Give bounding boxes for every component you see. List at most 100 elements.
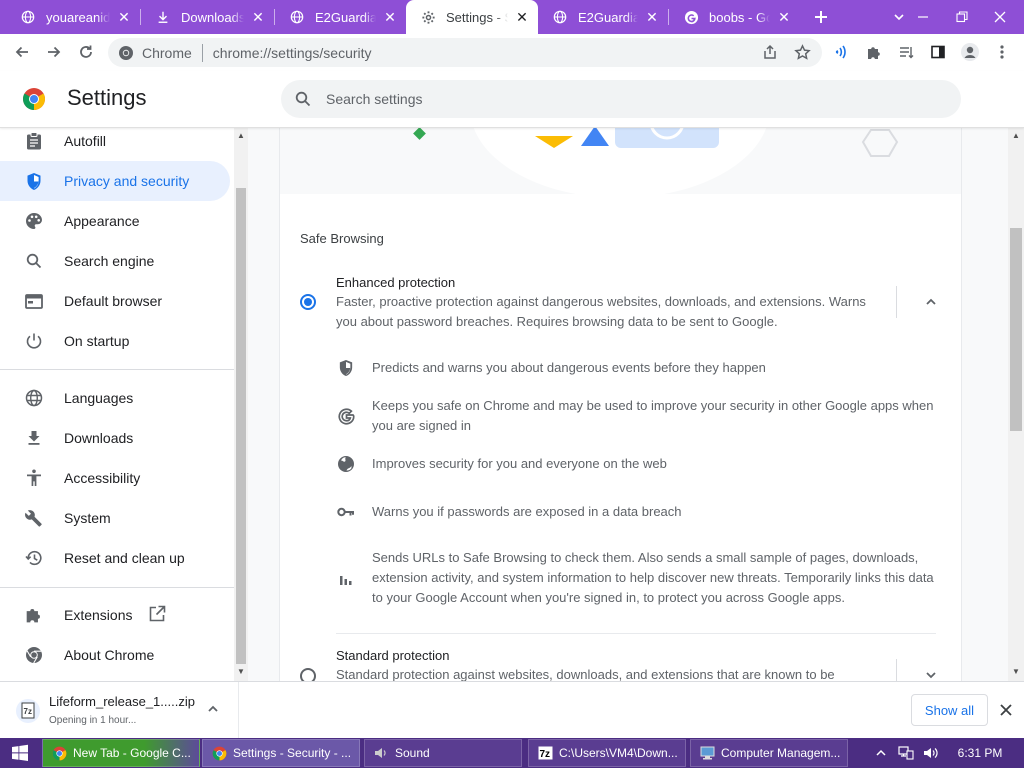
taskbar-item-label: Computer Managem...: [721, 746, 841, 760]
chrome-logo-icon: [23, 88, 45, 110]
network-icon[interactable]: [895, 738, 917, 768]
taskbar-item-new-tab[interactable]: New Tab - Google C...: [42, 739, 200, 767]
close-icon[interactable]: ✕: [250, 9, 266, 25]
close-icon[interactable]: ✕: [382, 9, 398, 25]
expand-standard-button[interactable]: [919, 663, 943, 681]
close-icon[interactable]: ✕: [776, 9, 792, 25]
sidebar-divider: [0, 369, 234, 370]
bookmark-star-icon[interactable]: [788, 38, 816, 66]
windows-logo-icon: [12, 744, 28, 761]
computer-management-icon: [699, 745, 715, 761]
close-shelf-button[interactable]: [995, 699, 1017, 721]
security-card: Safe Browsing Enhanced protection Faster…: [280, 128, 961, 681]
download-options-button[interactable]: [203, 699, 223, 719]
system-clock[interactable]: 6:31 PM: [950, 738, 1010, 768]
main-scrollbar[interactable]: ▲ ▼: [1008, 128, 1024, 681]
sidebar-item-label: Downloads: [64, 430, 134, 446]
search-input[interactable]: [326, 91, 926, 107]
start-button[interactable]: [0, 738, 40, 768]
volume-icon[interactable]: [920, 738, 942, 768]
sidebar-item-downloads[interactable]: Downloads: [0, 418, 230, 458]
sidebar-item-on-startup[interactable]: On startup: [0, 321, 230, 361]
svg-text:7z: 7z: [24, 707, 32, 716]
tab-e2guardian[interactable]: E2Guardian ✕: [275, 0, 406, 34]
settings-main: Safe Browsing Enhanced protection Faster…: [248, 128, 1008, 681]
option-divider: [336, 633, 936, 634]
settings-search[interactable]: [281, 80, 961, 118]
side-panel-icon[interactable]: [924, 38, 952, 66]
site-info-chip[interactable]: Chrome: [108, 45, 192, 61]
globe-icon: [20, 9, 36, 25]
reload-button[interactable]: [72, 38, 100, 66]
close-icon[interactable]: ✕: [514, 9, 530, 25]
google-icon: [683, 9, 699, 25]
key-icon: [336, 502, 356, 522]
chrome-icon: [119, 45, 133, 60]
scrollbar-thumb[interactable]: [236, 188, 246, 664]
sidebar-item-about-chrome[interactable]: About Chrome: [0, 635, 230, 675]
download-file-name[interactable]: Lifeform_release_1.....zip: [49, 694, 195, 709]
sidebar-item-autofill[interactable]: Autofill: [0, 128, 230, 161]
scroll-down-arrow-icon[interactable]: ▼: [1012, 668, 1020, 676]
sidebar-item-system[interactable]: System: [0, 498, 230, 538]
tab-settings-security[interactable]: Settings - Security ✕: [406, 0, 538, 34]
taskbar-item-label: Sound: [395, 746, 430, 760]
sidebar-item-extensions[interactable]: Extensions: [0, 595, 230, 635]
forward-button[interactable]: [40, 38, 68, 66]
taskbar-item-7zip[interactable]: 7z C:\Users\VM4\Down...: [528, 739, 686, 767]
sidebar-item-label: Appearance: [64, 213, 140, 229]
minimize-button[interactable]: [906, 0, 940, 34]
taskbar-item-settings[interactable]: Settings - Security - ...: [202, 739, 360, 767]
scrollbar-thumb[interactable]: [1010, 228, 1022, 431]
more-menu-icon[interactable]: [988, 38, 1016, 66]
back-button[interactable]: [8, 38, 36, 66]
tray-overflow-icon[interactable]: [872, 738, 890, 768]
address-bar[interactable]: Chrome chrome://settings/security: [108, 38, 822, 67]
globe-icon: [289, 9, 305, 25]
taskbar-item-computer-management[interactable]: Computer Managem...: [690, 739, 848, 767]
sidebar-scrollbar[interactable]: ▲ ▼: [234, 128, 248, 681]
profile-avatar-icon[interactable]: [956, 38, 984, 66]
sidebar-item-default-browser[interactable]: Default browser: [0, 281, 230, 321]
tab-title: Settings - Security: [446, 9, 508, 25]
security-illustration: [280, 128, 961, 194]
7zip-icon: 7z: [537, 745, 553, 761]
enhanced-protection-radio[interactable]: [300, 294, 316, 310]
sidebar-item-label: Languages: [64, 390, 134, 406]
extensions-puzzle-icon[interactable]: [860, 38, 888, 66]
tab-e2guardian-2[interactable]: E2Guardian ✕: [538, 0, 668, 34]
media-cast-icon[interactable]: [828, 38, 856, 66]
close-icon[interactable]: ✕: [116, 9, 132, 25]
close-icon[interactable]: ✕: [644, 9, 660, 25]
sidebar-item-appearance[interactable]: Appearance: [0, 201, 230, 241]
scroll-up-arrow-icon[interactable]: ▲: [237, 132, 245, 140]
download-icon: [24, 428, 44, 448]
sidebar-item-reset-and-clean-up[interactable]: Reset and clean up: [0, 538, 230, 578]
tab-downloads[interactable]: Downloads ✕: [141, 0, 274, 34]
sidebar-item-privacy-and-security[interactable]: Privacy and security: [0, 161, 230, 201]
chrome-icon: [211, 745, 227, 761]
tab-youareanidiot[interactable]: youareanidiot ✕: [6, 0, 140, 34]
new-tab-button[interactable]: [804, 0, 838, 34]
globe-icon: [552, 9, 568, 25]
close-window-button[interactable]: [983, 0, 1017, 34]
show-all-button[interactable]: Show all: [911, 694, 988, 726]
share-icon[interactable]: [756, 38, 784, 66]
search-icon: [24, 251, 44, 271]
chevron-up-icon: [926, 298, 936, 305]
sidebar-item-languages[interactable]: Languages: [0, 378, 230, 418]
bar-chart-icon: [336, 568, 356, 588]
taskbar-item-sound[interactable]: Sound: [364, 739, 522, 767]
sidebar-item-search-engine[interactable]: Search engine: [0, 241, 230, 281]
download-shelf: 7z Lifeform_release_1.....zip Opening in…: [0, 681, 1024, 739]
collapse-enhanced-button[interactable]: [919, 290, 943, 314]
tab-google-search[interactable]: boobs - Google ✕: [669, 0, 800, 34]
reading-list-icon[interactable]: [892, 38, 920, 66]
standard-protection-radio[interactable]: [300, 668, 316, 681]
scroll-down-arrow-icon[interactable]: ▼: [237, 668, 245, 676]
sidebar-item-accessibility[interactable]: Accessibility: [0, 458, 230, 498]
scroll-up-arrow-icon[interactable]: ▲: [1012, 132, 1020, 140]
restore-button[interactable]: [945, 0, 979, 34]
standard-protection-description: Standard protection against websites, do…: [336, 667, 835, 681]
page-title: Settings: [67, 85, 147, 110]
